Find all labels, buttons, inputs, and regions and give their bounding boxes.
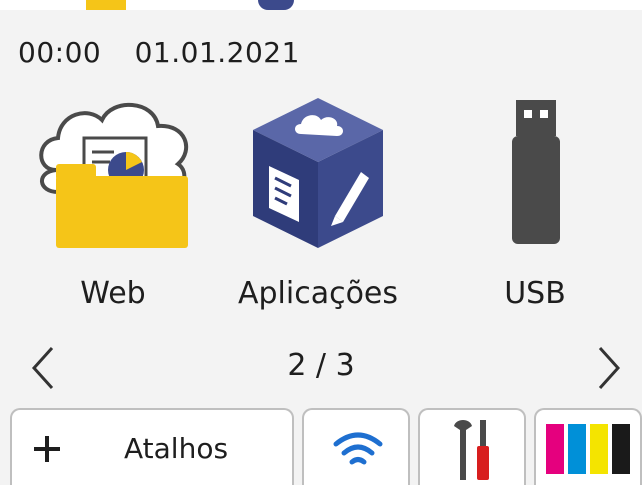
shortcuts-button[interactable]: Atalhos — [10, 408, 294, 485]
app-label-web: Web — [80, 276, 146, 311]
tools-icon — [454, 420, 489, 480]
top-strip — [0, 0, 642, 10]
pager: 2 / 3 — [0, 338, 642, 398]
web-folder-icon — [39, 103, 189, 248]
status-bar: 00:00 01.01.2021 — [18, 36, 324, 69]
prev-page-icon-fragment — [86, 0, 126, 10]
bottom-bar: Atalhos — [0, 408, 642, 485]
clock-date: 01.01.2021 — [134, 36, 300, 69]
app-label-usb: USB — [504, 276, 566, 311]
app-label-aplicacoes: Aplicações — [237, 276, 399, 311]
chevron-right-icon[interactable] — [590, 342, 630, 394]
app-tile-usb[interactable]: USB — [440, 92, 630, 322]
settings-button[interactable] — [418, 408, 526, 485]
usb-drive-icon — [512, 100, 560, 244]
app-tile-aplicacoes[interactable]: Aplicações — [223, 92, 413, 322]
shortcuts-label: Atalhos — [124, 432, 229, 465]
page-indicator: 2 / 3 — [287, 348, 355, 383]
ink-cartridges-icon — [546, 424, 630, 474]
clock-time: 00:00 — [18, 36, 102, 69]
apps-cube-icon — [253, 98, 383, 248]
app-tile-web[interactable]: Web — [18, 92, 208, 322]
wifi-button[interactable] — [302, 408, 410, 485]
plus-icon — [34, 436, 60, 462]
ink-level-button[interactable] — [534, 408, 642, 485]
wifi-icon — [333, 432, 383, 465]
prev-page-icon-fragment — [258, 0, 294, 10]
